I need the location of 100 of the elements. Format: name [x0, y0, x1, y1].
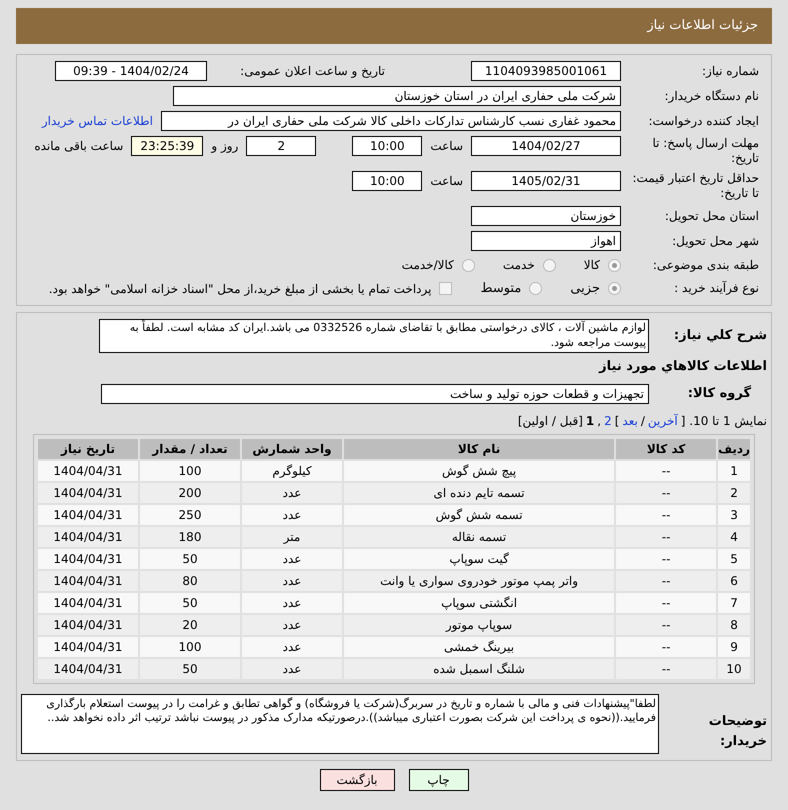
- table-cell: 9: [718, 637, 750, 657]
- field-label: شهر محل تحویل:: [671, 234, 759, 248]
- table-cell: شلنگ اسمبل شده: [344, 659, 614, 679]
- table-cell: 2: [718, 483, 750, 503]
- table-cell: بیرینگ خمشی: [344, 637, 614, 657]
- option-label: خدمت: [502, 257, 535, 274]
- table-cell: 1404/04/31: [38, 549, 138, 569]
- table-cell: عدد: [242, 593, 342, 613]
- field-label: تاریخ و ساعت اعلان عمومی:: [239, 64, 385, 78]
- input-field[interactable]: اهواز: [471, 231, 621, 251]
- table-cell: --: [616, 637, 716, 657]
- radio-button[interactable]: [608, 258, 621, 272]
- radio-button[interactable]: [529, 282, 542, 296]
- checkbox[interactable]: [439, 282, 452, 296]
- field-label: روز و: [211, 138, 238, 154]
- table-cell: 1404/04/31: [38, 637, 138, 657]
- table-cell: 20: [140, 615, 240, 635]
- input-field[interactable]: 10:00: [352, 171, 422, 191]
- pager-link[interactable]: بعد: [622, 412, 638, 430]
- table-cell: 1404/04/31: [38, 593, 138, 613]
- table-cell: --: [616, 593, 716, 613]
- radio-button[interactable]: [462, 258, 475, 272]
- pager-text: ]: [614, 413, 620, 430]
- table-cell: 10: [718, 659, 750, 679]
- input-field[interactable]: 1405/02/31: [471, 171, 621, 191]
- table-cell: --: [616, 615, 716, 635]
- current-page: 1: [586, 413, 594, 430]
- field-label: طبقه بندی موضوعی:: [652, 258, 759, 272]
- input-field[interactable]: محمود غفاری نسب کارشناس تدارکات داخلی کالا شرکت ملی حفاری ایران در: [161, 111, 621, 131]
- field-label: ساعت باقی مانده: [34, 138, 124, 154]
- option-label: جزیی: [570, 280, 600, 298]
- table-cell: 3: [718, 505, 750, 525]
- input-field[interactable]: 1104093985001061: [471, 61, 621, 81]
- table-cell: --: [616, 505, 716, 525]
- buyer-contact-link[interactable]: اطلاعات تماس خریدار: [42, 112, 153, 130]
- pager-text: نمایش 1 تا 10. [: [680, 413, 767, 430]
- radio-button[interactable]: [608, 282, 621, 296]
- table-cell: --: [616, 659, 716, 679]
- column-header: نام کالا: [344, 439, 614, 459]
- column-header: تاریخ نیاز: [38, 439, 138, 459]
- table-cell: 50: [140, 549, 240, 569]
- table-cell: عدد: [242, 549, 342, 569]
- table-cell: 1404/04/31: [38, 461, 138, 481]
- table-cell: 50: [140, 593, 240, 613]
- table-cell: انگشتی سوپاپ: [344, 593, 614, 613]
- input-field[interactable]: 10:00: [352, 136, 422, 156]
- table-cell: 100: [140, 637, 240, 657]
- print-button[interactable]: چاپ: [408, 769, 468, 791]
- table-cell: --: [616, 483, 716, 503]
- table-cell: عدد: [242, 615, 342, 635]
- description-textarea[interactable]: لوازم ماشین آلات ، کالای درخواستی مطابق با تقاضای شماره 0332526 می باشد.ایران کد مشابه است. لطفاً به پیوست مراجعه شود.: [99, 318, 649, 352]
- input-field[interactable]: 23:25:39: [131, 136, 204, 156]
- table-cell: 1404/04/31: [38, 571, 138, 591]
- table-cell: --: [616, 527, 716, 547]
- pager-text: ,: [597, 413, 602, 430]
- table-cell: 7: [718, 593, 750, 613]
- input-field[interactable]: شرکت ملی حفاری ایران در استان خوزستان: [173, 86, 621, 106]
- table-cell: تسمه نقاله: [344, 527, 614, 547]
- back-button[interactable]: بازگشت: [320, 769, 394, 791]
- field-label: گروه کالا:: [686, 384, 752, 404]
- input-field[interactable]: 1404/02/24 - 09:39: [55, 61, 207, 81]
- pager-text: [قبل / اولین]: [518, 413, 583, 430]
- input-field[interactable]: تجهیزات و قطعات حوزه تولید و ساخت: [101, 384, 649, 404]
- table-cell: عدد: [242, 637, 342, 657]
- field-label: نوع فرآیند خرید :: [673, 281, 759, 296]
- radio-button[interactable]: [542, 258, 556, 272]
- section-title: اطلاعات کالاهاي مورد نياز: [598, 358, 767, 376]
- field-label: ساعت: [430, 138, 463, 154]
- table-cell: 200: [140, 483, 240, 503]
- option-label: کالا: [584, 257, 600, 274]
- pager-link[interactable]: آخرین: [648, 412, 678, 430]
- table-cell: 80: [140, 571, 240, 591]
- input-field[interactable]: 2: [246, 136, 316, 156]
- field-label: شماره نیاز:: [701, 64, 759, 78]
- field-label: ایجاد کننده درخواست:: [647, 114, 759, 128]
- notes-textarea[interactable]: لطفا"پیشنهادات فنی و مالی با شماره و تاریخ در سربرگ(شرکت یا فروشگاه) و گواهی تطابق و غرامت را در پیوست استعلام بارگذاری فرمایید.((نحوه ی پرداخت این شرکت بصورت اعتباری میباشد)).درصورتیکه مدارک مذکور در پیوست نباشد ترتیب اثر داده نخواهد شد..: [21, 694, 659, 754]
- column-header: ردیف: [718, 439, 750, 459]
- table-cell: 1404/04/31: [38, 483, 138, 503]
- table-cell: سوپاپ موتور: [344, 615, 614, 635]
- option-label: کالا/خدمت: [402, 257, 454, 274]
- pager-link[interactable]: 2: [604, 412, 612, 430]
- input-field[interactable]: خوزستان: [471, 206, 621, 226]
- table-cell: 1404/04/31: [38, 615, 138, 635]
- column-header: تعداد / مقدار: [140, 439, 240, 459]
- table-cell: 8: [718, 615, 750, 635]
- column-header: کد کالا: [616, 439, 716, 459]
- option-label: پرداخت تمام یا بخشی از مبلغ خرید،از محل "اسناد خزانه اسلامی" خواهد بود.: [48, 280, 432, 298]
- table-cell: 1: [718, 461, 750, 481]
- table-cell: 250: [140, 505, 240, 525]
- table-cell: پیچ شش گوش: [344, 461, 614, 481]
- table-cell: 1404/04/31: [38, 505, 138, 525]
- table-cell: عدد: [242, 571, 342, 591]
- pager-text: /: [640, 413, 645, 430]
- field-label: مهلت ارسال پاسخ: تا تاریخ:: [651, 136, 759, 166]
- table-cell: 100: [140, 461, 240, 481]
- table-cell: عدد: [242, 505, 342, 525]
- column-header: واحد شمارش: [242, 439, 342, 459]
- field-label: حداقل تاریخ اعتبار قیمت: تا تاریخ:: [631, 171, 759, 201]
- input-field[interactable]: 1404/02/27: [471, 136, 621, 156]
- table-cell: عدد: [242, 659, 342, 679]
